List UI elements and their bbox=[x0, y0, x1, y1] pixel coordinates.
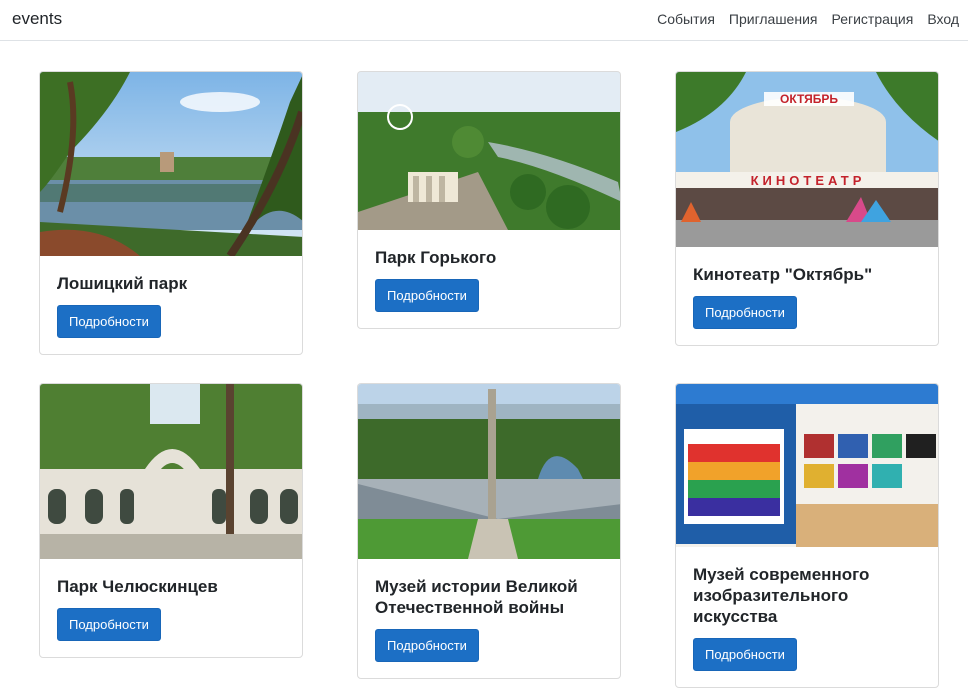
card-title: Кинотеатр "Октябрь" bbox=[693, 265, 873, 284]
card-image-park-arch bbox=[40, 384, 302, 559]
details-button[interactable]: Подробности bbox=[57, 305, 161, 338]
card-image-war-museum bbox=[358, 384, 620, 559]
card-image-cinema: ОКТЯБРЬ КИНОТЕАТР bbox=[676, 72, 938, 247]
event-card: Лошицкий парк Подробности bbox=[39, 71, 303, 355]
nav-links: События Приглашения Регистрация Вход bbox=[657, 11, 959, 27]
card-title: Музей современного изобразительного иску… bbox=[693, 565, 870, 626]
details-button[interactable]: Подробности bbox=[57, 608, 161, 641]
card-image-aerial-park bbox=[358, 72, 620, 230]
details-button[interactable]: Подробности bbox=[693, 638, 797, 671]
details-button[interactable]: Подробности bbox=[693, 296, 797, 329]
event-card: Музей современного изобразительного иску… bbox=[675, 383, 939, 688]
card-title: Парк Горького bbox=[375, 248, 497, 267]
details-button[interactable]: Подробности bbox=[375, 279, 479, 312]
event-card: ОКТЯБРЬ КИНОТЕАТР Кинотеатр "Октябрь" По… bbox=[675, 71, 939, 346]
brand-logo[interactable]: events bbox=[12, 9, 62, 29]
card-image-lake-park bbox=[40, 72, 302, 256]
event-card: Парк Горького Подробности bbox=[357, 71, 621, 329]
navbar: events События Приглашения Регистрация В… bbox=[0, 0, 968, 41]
nav-link-login[interactable]: Вход bbox=[927, 11, 959, 27]
event-card: Парк Челюскинцев Подробности bbox=[39, 383, 303, 658]
svg-text:КИНОТЕАТР: КИНОТЕАТР bbox=[751, 173, 866, 188]
nav-link-events[interactable]: События bbox=[657, 11, 715, 27]
svg-text:ОКТЯБРЬ: ОКТЯБРЬ bbox=[780, 92, 838, 106]
nav-link-register[interactable]: Регистрация bbox=[831, 11, 913, 27]
event-card: Музей истории Великой Отечественной войн… bbox=[357, 383, 621, 679]
nav-link-invitations[interactable]: Приглашения bbox=[729, 11, 818, 27]
details-button[interactable]: Подробности bbox=[375, 629, 479, 662]
card-image-art-gallery bbox=[676, 384, 938, 547]
card-title: Музей истории Великой Отечественной войн… bbox=[375, 577, 578, 617]
card-title: Лошицкий парк bbox=[57, 274, 188, 293]
card-title: Парк Челюскинцев bbox=[57, 577, 218, 596]
